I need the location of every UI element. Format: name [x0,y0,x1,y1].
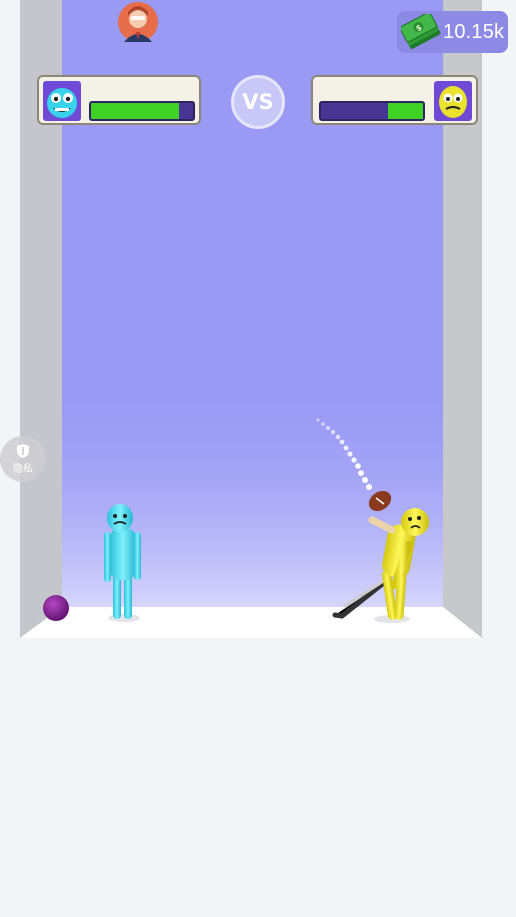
right-health-fill [388,103,423,119]
privacy-label: 隐私 [13,464,33,475]
right-health-bar [319,101,425,121]
opponent-avatar[interactable] [116,2,160,42]
floor [20,607,482,638]
left-health-fill [91,103,179,119]
privacy-button[interactable]: 隐私 [0,436,46,482]
avatar-icon [118,2,158,42]
purple-ball [43,595,69,621]
cash-stack-icon: $ [401,14,441,49]
shield-icon [17,444,29,458]
left-health-bar [89,101,195,121]
vs-badge: VS [231,75,285,129]
yellow-player-portrait [434,81,472,121]
player-card-right [311,75,478,125]
vs-label: VS [242,90,274,114]
player-card-left [37,75,201,125]
cyan-player-portrait [43,81,81,121]
money-counter: $ 10.15k [397,11,508,53]
money-amount: 10.15k [443,20,505,43]
